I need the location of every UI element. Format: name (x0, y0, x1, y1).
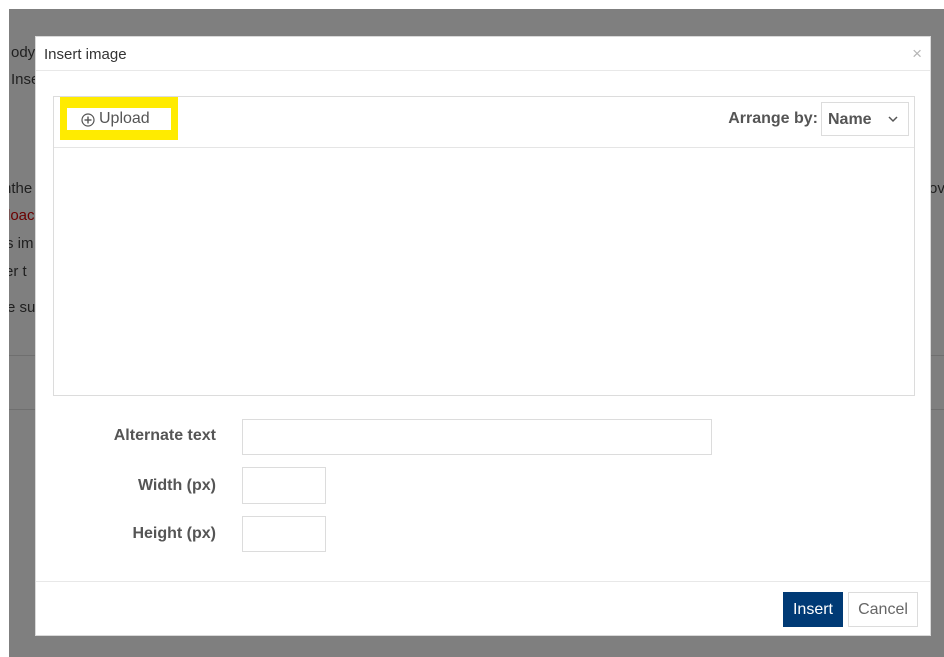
width-input[interactable] (242, 467, 326, 504)
dialog-footer: Insert Cancel (36, 581, 930, 637)
background-link-text: loac (9, 207, 35, 224)
close-icon[interactable]: × (912, 45, 922, 62)
arrange-by-value: Name (828, 111, 872, 128)
dialog-title: Insert image (44, 46, 127, 63)
file-browser-toolbar: Upload Arrange by: Name (54, 97, 914, 148)
insert-button[interactable]: Insert (783, 592, 843, 627)
height-input[interactable] (242, 516, 326, 552)
chevron-down-icon (888, 116, 898, 123)
background-text: s im (9, 235, 34, 252)
width-label: Width (px) (137, 477, 216, 494)
background-text: e su (9, 299, 36, 316)
background-text: ody (11, 44, 36, 61)
alternate-text-label: Alternate text (113, 427, 216, 444)
arrange-by-label: Arrange by: (728, 110, 818, 127)
upload-button[interactable]: Upload (67, 108, 171, 130)
dialog-header: Insert image × (36, 37, 930, 71)
arrange-by-select[interactable]: Name (821, 102, 909, 136)
background-text: er t (9, 263, 27, 280)
upload-label: Upload (99, 110, 150, 127)
insert-image-dialog: Insert image × Upload Arrange by: Name A… (35, 36, 931, 636)
plus-circle-icon (81, 113, 95, 127)
cancel-button[interactable]: Cancel (848, 592, 918, 627)
background-text: nthe (9, 180, 33, 197)
file-browser-panel: Upload Arrange by: Name (53, 96, 915, 396)
background-text: ov (929, 180, 944, 197)
alternate-text-input[interactable] (242, 419, 712, 455)
height-label: Height (px) (132, 525, 216, 542)
